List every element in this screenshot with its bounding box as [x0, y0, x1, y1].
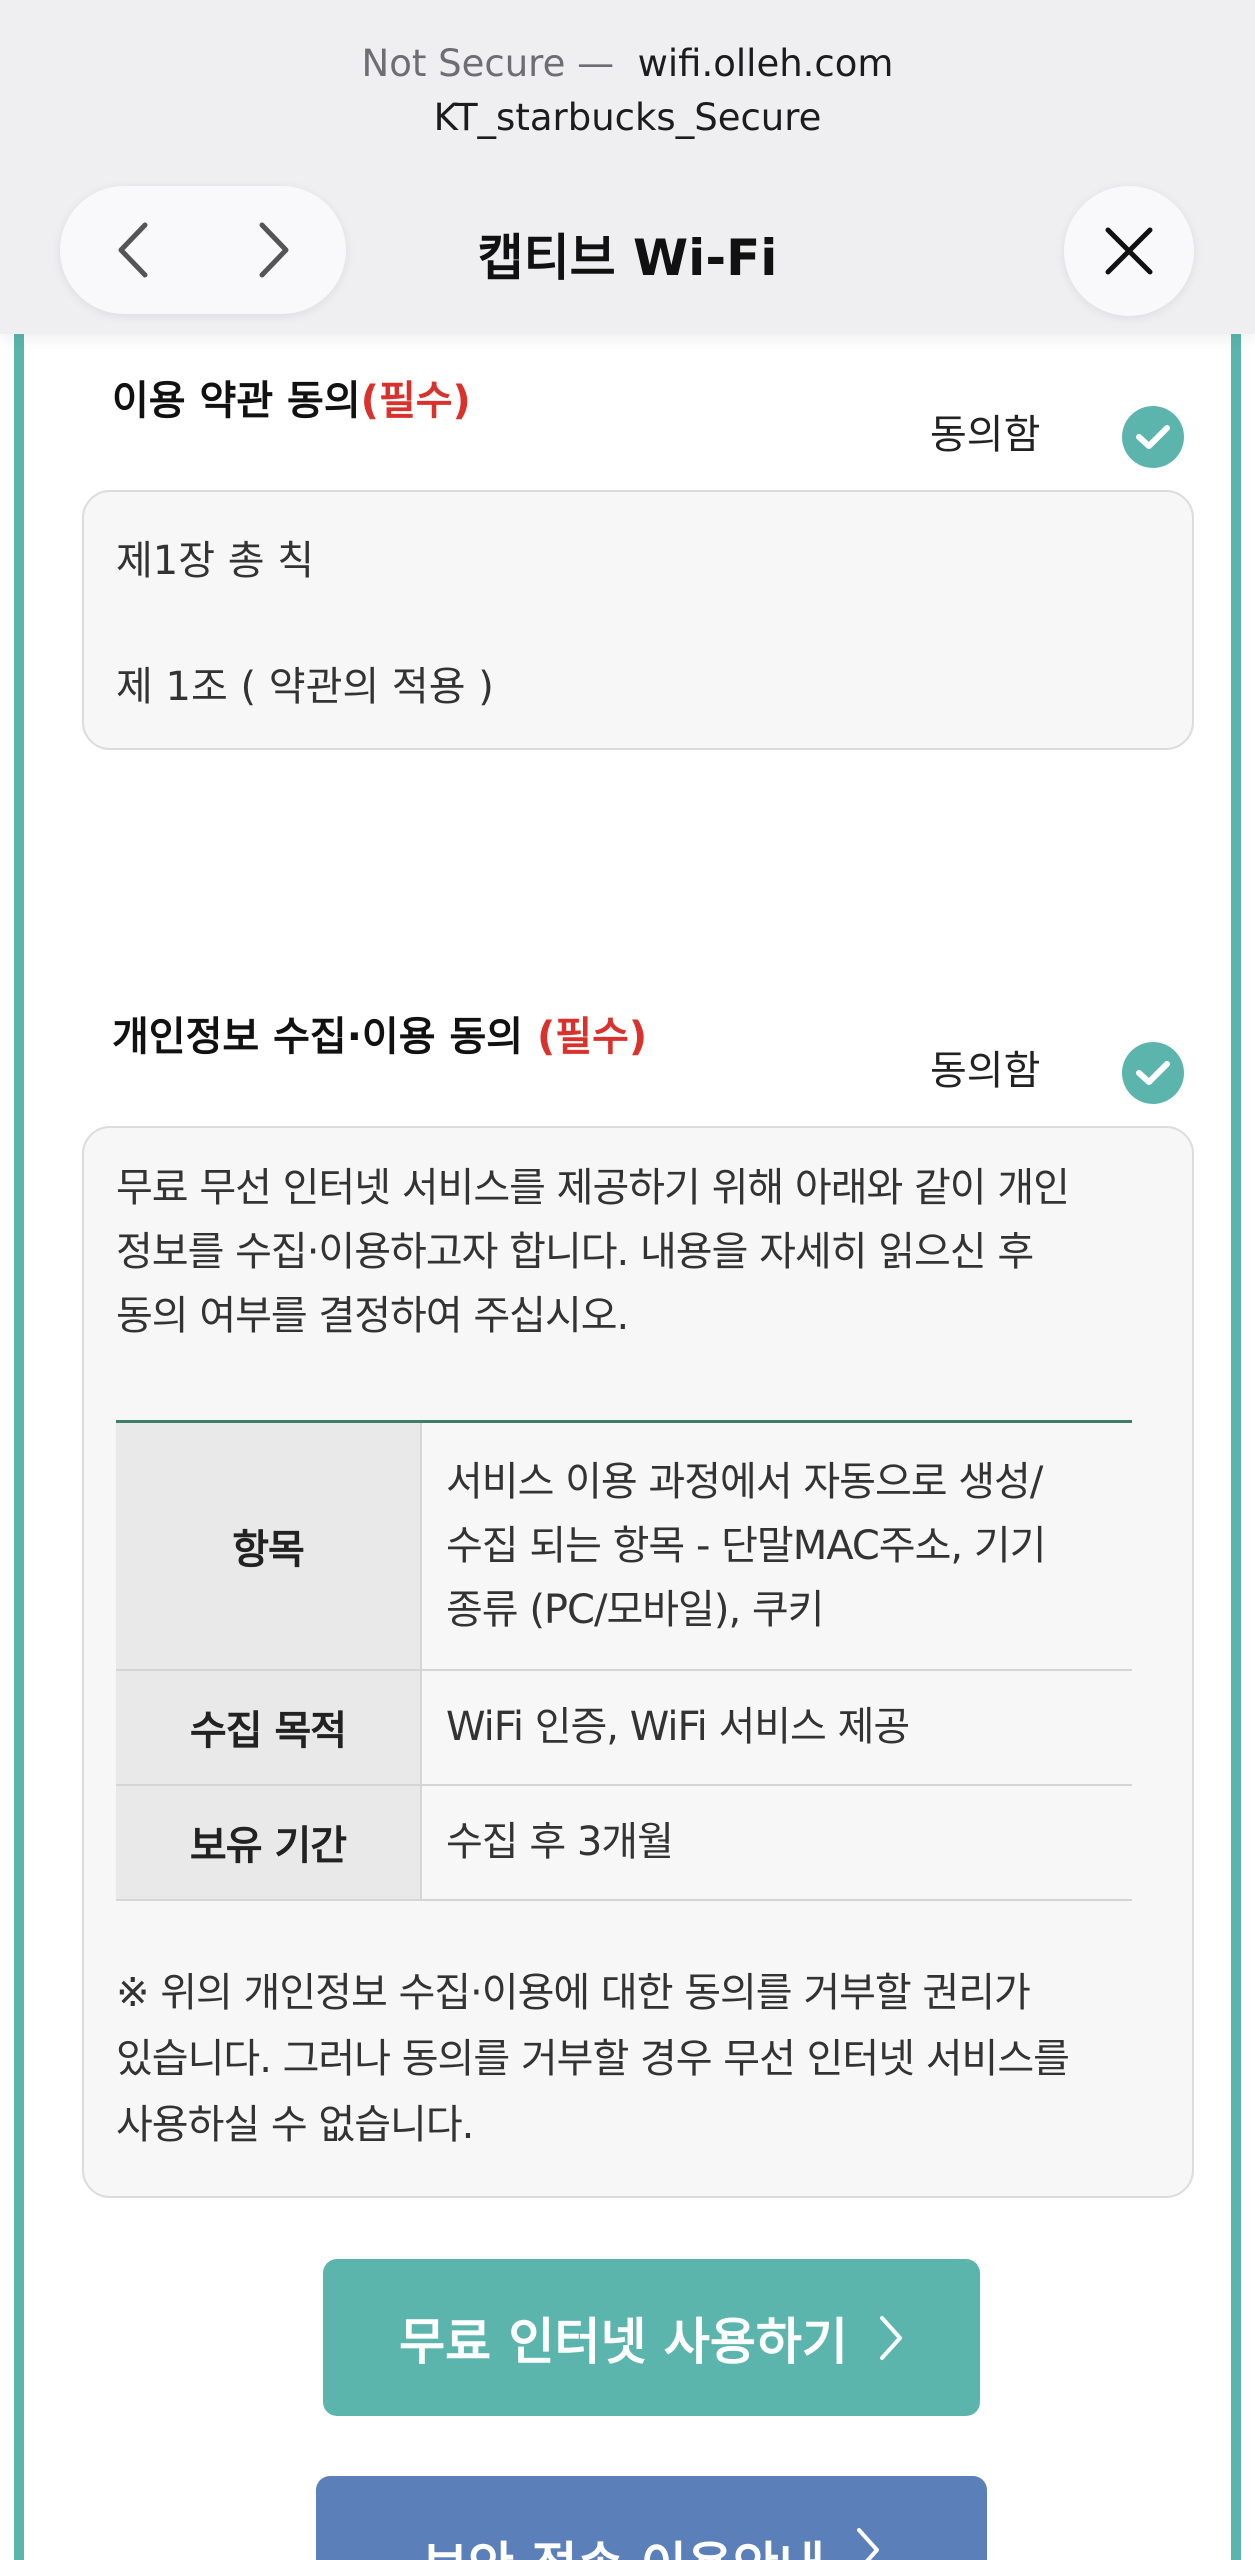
checkmark-icon: [1136, 425, 1170, 449]
secure-guide-button[interactable]: 보안 접속 이용안내: [316, 2476, 987, 2560]
table-value-line: 종류 (PC/모바일), 쿠키: [446, 1586, 824, 1633]
terms-section-title: 이용 약관 동의(필수): [112, 368, 471, 426]
privacy-intro-line: 무료 무선 인터넷 서비스를 제공하기 위해 아래와 같이 개인: [116, 1165, 1070, 1211]
terms-text-box[interactable]: 제1장 총 칙 제 1조 ( 약관의 적용 ): [82, 490, 1194, 750]
table-header-cell: 수집 목적: [116, 1669, 422, 1786]
table-value-cell: WiFi 인증, WiFi 서비스 제공: [421, 1669, 1132, 1786]
url-line: Not Secure — wifi.olleh.com: [0, 42, 1255, 85]
table-value-line: 서비스 이용 과정에서 자동으로 생성/: [446, 1458, 1043, 1505]
free-internet-button[interactable]: 무료 인터넷 사용하기: [323, 2259, 980, 2416]
table-header-cell: 보유 기간: [116, 1784, 422, 1901]
table-row: 보유 기간 수집 후 3개월: [116, 1784, 1132, 1901]
table-value-cell: 서비스 이용 과정에서 자동으로 생성/ 수집 되는 항목 - 단말MAC주소,…: [421, 1421, 1132, 1671]
chevron-right-icon: [879, 2315, 902, 2360]
privacy-note: ※ 위의 개인정보 수집·이용에 대한 동의를 거부할 권리가 있습니다. 그러…: [116, 1960, 1156, 2158]
privacy-required-badge: (필수): [536, 1014, 648, 1060]
table-value-line: 수집 후 3개월: [446, 1819, 674, 1865]
portal-page: 이용 약관 동의(필수) 동의함 제1장 총 칙 제 1조 ( 약관의 적용 )…: [14, 0, 1241, 2560]
table-header-cell: 항목: [116, 1421, 422, 1671]
terms-required-badge: (필수): [360, 378, 471, 424]
privacy-intro-line: 정보를 수집·이용하고자 합니다. 내용을 자세히 읽으신 후: [116, 1229, 1034, 1275]
privacy-info-table: 항목 서비스 이용 과정에서 자동으로 생성/ 수집 되는 항목 - 단말MAC…: [116, 1420, 1132, 1901]
table-value-cell: 수집 후 3개월: [421, 1784, 1132, 1901]
table-value-line: WiFi 인증, WiFi 서비스 제공: [446, 1704, 910, 1750]
privacy-text-box[interactable]: 무료 무선 인터넷 서비스를 제공하기 위해 아래와 같이 개인 정보를 수집·…: [82, 1126, 1194, 2198]
terms-agree-checkbox[interactable]: [1122, 406, 1184, 468]
checkmark-icon: [1136, 1061, 1170, 1085]
terms-line: 제 1조 ( 약관의 적용 ): [116, 664, 494, 710]
close-button[interactable]: [1064, 186, 1194, 316]
close-icon: [1105, 227, 1153, 275]
privacy-agree-label[interactable]: 동의함: [930, 1038, 1040, 1096]
privacy-note-line: ※ 위의 개인정보 수집·이용에 대한 동의를 거부할 권리가: [116, 1970, 1031, 2016]
table-row: 수집 목적 WiFi 인증, WiFi 서비스 제공: [116, 1669, 1132, 1786]
secure-guide-button-label: 보안 접속 이용안내: [422, 2526, 825, 2560]
privacy-intro: 무료 무선 인터넷 서비스를 제공하기 위해 아래와 같이 개인 정보를 수집·…: [116, 1156, 1156, 1348]
privacy-note-line: 사용하실 수 없습니다.: [116, 2102, 474, 2148]
terms-title-text: 이용 약관 동의: [112, 378, 361, 424]
security-label: Not Secure —: [361, 42, 615, 85]
privacy-note-line: 있습니다. 그러나 동의를 거부할 경우 무선 인터넷 서비스를: [116, 2036, 1070, 2082]
privacy-intro-line: 동의 여부를 결정하여 주십시오.: [116, 1293, 629, 1339]
domain-label: wifi.olleh.com: [637, 42, 894, 85]
captive-portal-header: Not Secure — wifi.olleh.com KT_starbucks…: [0, 0, 1255, 334]
privacy-agree-checkbox[interactable]: [1122, 1042, 1184, 1104]
table-value-line: 수집 되는 항목 - 단말MAC주소, 기기: [446, 1522, 1046, 1569]
ssid-label: KT_starbucks_Secure: [433, 96, 822, 139]
privacy-section-title: 개인정보 수집·이용 동의 (필수): [112, 1004, 647, 1062]
privacy-title-text: 개인정보 수집·이용 동의: [112, 1014, 524, 1060]
terms-agree-label[interactable]: 동의함: [930, 402, 1040, 460]
terms-line: 제1장 총 칙: [116, 538, 315, 584]
table-row: 항목 서비스 이용 과정에서 자동으로 생성/ 수집 되는 항목 - 단말MAC…: [116, 1421, 1132, 1671]
free-internet-button-label: 무료 인터넷 사용하기: [399, 2312, 848, 2371]
chevron-right-icon: [856, 2528, 879, 2560]
